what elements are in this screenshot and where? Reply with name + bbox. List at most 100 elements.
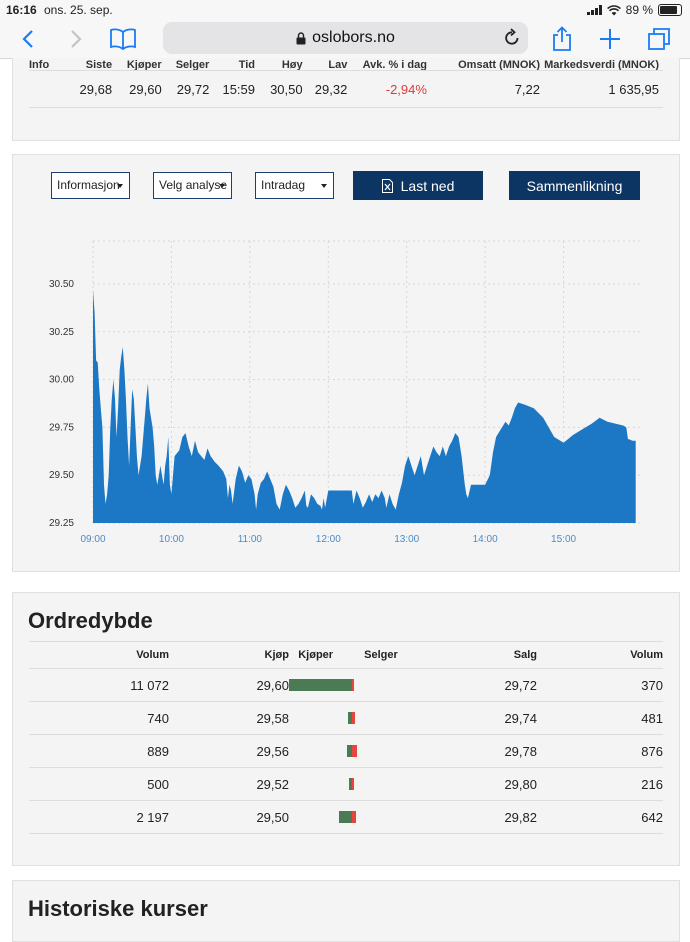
quote-high: 30,50 — [259, 70, 307, 108]
depth-bars — [289, 669, 419, 701]
battery-percent: 89 % — [625, 3, 653, 17]
bid-price-cell: 29,50 — [169, 800, 289, 834]
status-indicators: 89 % — [586, 3, 682, 17]
table-row: 740 29,58 29,74 481 — [29, 701, 663, 735]
quote-header: Kjøper — [126, 59, 162, 71]
x-tick-label: 09:00 — [80, 534, 105, 545]
bid-volume-cell: 500 — [29, 767, 169, 801]
bookmarks-icon[interactable] — [108, 24, 138, 54]
y-tick-label: 29.50 — [49, 470, 74, 481]
x-tick-label: 12:00 — [316, 534, 341, 545]
y-tick-label: 30.25 — [49, 327, 74, 338]
browser-toolbar: oslobors.no — [0, 20, 690, 59]
table-row: 500 29,52 29,80 216 — [29, 767, 663, 801]
order-depth-table: Volum Kjøp Kjøper Selger Salg Volum 11 0… — [29, 641, 663, 834]
price-area — [93, 289, 636, 523]
forward-icon[interactable] — [66, 24, 86, 54]
status-date: ons. 25. sep. — [44, 3, 113, 17]
buy-depth-bar — [289, 679, 352, 691]
x-tick-label: 10:00 — [159, 534, 184, 545]
sell-depth-bar — [352, 679, 354, 691]
status-time: 16:16 — [6, 3, 37, 17]
quote-change-percent: -2,94% — [351, 70, 431, 108]
intraday-price-chart: 30.50 30.25 30.00 29.75 29.50 29.25 09:00 10:0… — [49, 240, 642, 545]
ask-volume-cell: 216 — [537, 767, 663, 801]
ask-price-cell: 29,74 — [419, 701, 537, 735]
wifi-icon — [606, 4, 621, 15]
lock-icon — [296, 31, 306, 45]
bid-price-cell: 29,56 — [169, 734, 289, 768]
ask-price-cell: 29,72 — [419, 668, 537, 702]
quote-header: Info — [29, 59, 50, 71]
quote-values-row: 29,68 29,60 29,72 15:59 30,50 29,32 -2,9… — [29, 70, 663, 108]
chart-panel: Informasjon Velg analyse Intradag Last n… — [12, 154, 680, 572]
new-tab-icon[interactable] — [597, 24, 623, 54]
quote-header: Selger — [175, 59, 210, 71]
sell-depth-bar — [352, 778, 354, 790]
ask-price-cell: 29,78 — [419, 734, 537, 768]
quote-header: Markedsverdi (MNOK) — [544, 59, 659, 71]
ask-volume-cell: 370 — [537, 668, 663, 702]
y-axis: 30.50 30.25 30.00 29.75 29.50 29.25 — [49, 279, 74, 529]
quote-header: Siste — [85, 59, 113, 71]
ask-volume-cell: 481 — [537, 701, 663, 735]
back-icon[interactable] — [18, 24, 38, 54]
historical-prices-title: Historiske kurser — [28, 896, 208, 921]
sell-depth-bar — [352, 712, 355, 724]
depth-bars-cell — [289, 800, 419, 834]
x-tick-label: 13:00 — [394, 534, 419, 545]
seller-header: Selger — [364, 649, 398, 661]
y-tick-label: 29.75 — [49, 422, 74, 433]
y-tick-label: 30.50 — [49, 279, 74, 290]
x-tick-label: 14:00 — [473, 534, 498, 545]
buyer-seller-header: Kjøper Selger — [289, 641, 419, 669]
quote-summary-panel: Info Siste Kjøper Selger Tid Høy Lav Avk… — [12, 58, 680, 141]
quote-turnover: 7,22 — [430, 70, 545, 108]
quote-header: Høy — [281, 59, 303, 71]
tabs-overview-icon[interactable] — [645, 24, 673, 54]
quote-time: 15:59 — [213, 70, 260, 108]
depth-bars — [289, 768, 419, 800]
depth-bars-cell — [289, 734, 419, 768]
share-icon[interactable] — [549, 24, 575, 54]
address-bar[interactable]: oslobors.no — [163, 22, 528, 54]
sell-depth-bar — [352, 811, 356, 823]
sell-depth-bar — [352, 745, 358, 757]
depth-bars-cell — [289, 701, 419, 735]
battery-icon — [658, 4, 682, 16]
quote-market-value: 1 635,95 — [544, 70, 663, 108]
bid-price-cell: 29,58 — [169, 701, 289, 735]
ask-volume-cell: 876 — [537, 734, 663, 768]
quote-table: Info Siste Kjøper Selger Tid Høy Lav Avk… — [29, 58, 663, 108]
x-tick-label: 11:00 — [238, 534, 263, 545]
x-tick-label: 15:00 — [551, 534, 576, 545]
ask-volume-header: Volum — [537, 641, 663, 669]
bid-volume-cell: 2 197 — [29, 800, 169, 834]
buyer-header: Kjøper — [298, 649, 334, 661]
y-tick-label: 29.25 — [49, 518, 74, 529]
y-tick-label: 30.00 — [49, 375, 74, 386]
depth-bars-cell — [289, 767, 419, 801]
ask-price-cell: 29,82 — [419, 800, 537, 834]
order-depth-header-row: Volum Kjøp Kjøper Selger Salg Volum — [29, 641, 663, 669]
ask-header: Salg — [419, 641, 537, 669]
bid-volume-cell: 889 — [29, 734, 169, 768]
bid-volume-cell: 11 072 — [29, 668, 169, 702]
reload-icon[interactable] — [504, 28, 520, 51]
quote-info-cell[interactable] — [29, 70, 67, 108]
status-bar: 16:16 ons. 25. sep. 89 % — [0, 0, 690, 20]
quote-low: 29,32 — [306, 70, 352, 108]
buy-depth-bar — [339, 811, 352, 823]
historical-prices-panel: Historiske kurser — [12, 880, 680, 942]
table-row: 2 197 29,50 29,82 642 — [29, 800, 663, 834]
bid-price-cell: 29,52 — [169, 767, 289, 801]
x-axis: 09:00 10:00 11:00 12:00 13:00 14:00 15:00 — [80, 534, 576, 545]
bid-volume-header: Volum — [29, 641, 169, 669]
quote-header: Tid — [238, 59, 256, 71]
quote-last: 29,68 — [66, 70, 117, 108]
order-depth-panel: Ordredybde Volum Kjøp Kjøper Selger Salg… — [12, 592, 680, 866]
quote-header: Avk. % i dag — [362, 59, 427, 71]
quote-bid: 29,60 — [116, 70, 166, 108]
bid-volume-cell: 740 — [29, 701, 169, 735]
ask-volume-cell: 642 — [537, 800, 663, 834]
